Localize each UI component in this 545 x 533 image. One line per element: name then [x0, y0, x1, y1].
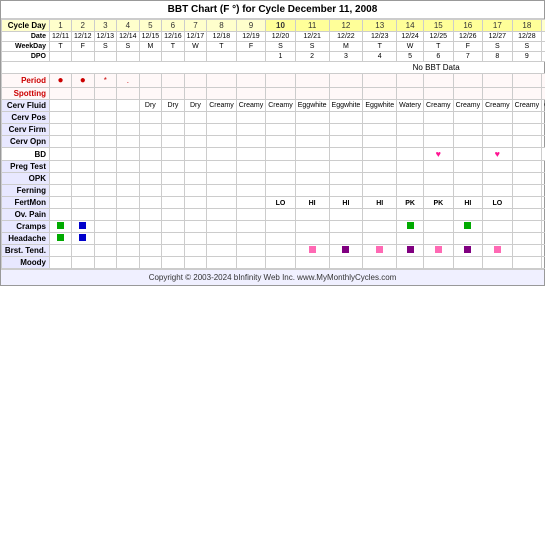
- no-bbt-row: No BBT Data: [2, 62, 545, 74]
- cerv-firm-label: Cerv Firm: [2, 124, 50, 136]
- copyright: Copyright © 2003-2024 bInfinity Web Inc.…: [1, 269, 544, 285]
- cramps-row: Cramps: [2, 221, 545, 233]
- fertmon-label: FertMon: [2, 197, 50, 209]
- period-row: Period ● ● * .: [2, 74, 545, 88]
- moody-row: Moody Moody: [2, 257, 545, 269]
- cerv-fluid-label: Cerv Fluid: [2, 100, 50, 112]
- ov-pain-row: Ov. Pain Ov. Pain: [2, 209, 545, 221]
- cerv-pos-label: Cerv Pos: [2, 112, 50, 124]
- bbt-chart-table: Cycle Day 1 2 3 4 5 6 7 8 9 10 11 12 13 …: [1, 19, 545, 269]
- bd-label: BD: [2, 148, 50, 161]
- weekday-row: WeekDay T F S S M T W T F S S M T W T F …: [2, 42, 545, 52]
- cerv-firm-row: Cerv Firm Cerv Firm: [2, 124, 545, 136]
- cerv-pos-row: Cerv Pos Cerv Pos: [2, 112, 545, 124]
- spotting-label: Spotting: [2, 88, 50, 100]
- preg-test-label: Preg Test: [2, 161, 50, 173]
- date-row: Date 12/11 12/12 12/13 12/14 12/15 12/16…: [2, 32, 545, 42]
- spotting-row: Spotting :: :: [2, 88, 545, 100]
- preg-test-row: Preg Test Preg Test: [2, 161, 545, 173]
- opk-row: OPK OPK: [2, 173, 545, 185]
- cerv-fluid-row: Cerv Fluid Dry Dry Dry Creamy Creamy Cre…: [2, 100, 545, 112]
- cerv-opn-label: Cerv Opn: [2, 136, 50, 148]
- moody-label: Moody: [2, 257, 50, 269]
- weekday-label: WeekDay: [2, 42, 50, 52]
- period-label: Period: [2, 74, 50, 88]
- date-label: Date: [2, 32, 50, 42]
- opk-label: OPK: [2, 173, 50, 185]
- fertmon-row: FertMon LO HI HI HI PK PK HI LO: [2, 197, 545, 209]
- dpo-label: DPO: [2, 52, 50, 62]
- brst-tend-row: Brst. Tend.: [2, 245, 545, 257]
- chart-title: BBT Chart (F °) for Cycle December 11, 2…: [1, 1, 544, 19]
- headache-row: Headache: [2, 233, 545, 245]
- bd-row: BD ♥ ♥ ♥: [2, 148, 545, 161]
- dpo-row: DPO 1 2 3 4 5 6 7 8 9 10 11 12 13: [2, 52, 545, 62]
- cramps-label: Cramps: [2, 221, 50, 233]
- ferning-label: Ferning: [2, 185, 50, 197]
- ov-pain-label: Ov. Pain: [2, 209, 50, 221]
- cycle-day-header-row: Cycle Day 1 2 3 4 5 6 7 8 9 10 11 12 13 …: [2, 20, 545, 32]
- headache-label: Headache: [2, 233, 50, 245]
- main-container: BBT Chart (F °) for Cycle December 11, 2…: [0, 0, 545, 286]
- cerv-opn-row: Cerv Opn Cerv Opn: [2, 136, 545, 148]
- brst-tend-label: Brst. Tend.: [2, 245, 50, 257]
- cycle-day-label: Cycle Day: [2, 20, 50, 32]
- ferning-row: Ferning Ferning: [2, 185, 545, 197]
